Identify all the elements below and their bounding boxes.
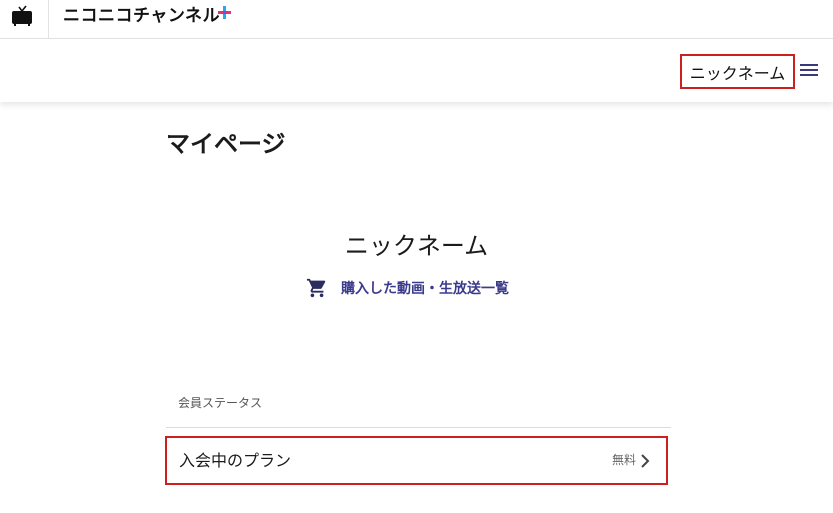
plus-icon bbox=[218, 6, 231, 19]
page: ニコニコチャンネル ニックネーム マイページ ニックネーム 購入した動画・生放送… bbox=[0, 0, 833, 513]
plan-label: 入会中のプラン bbox=[179, 451, 292, 470]
profile-name: ニックネーム bbox=[344, 232, 489, 260]
cart-icon bbox=[306, 278, 326, 298]
chevron-right-icon bbox=[641, 454, 650, 468]
brand-logo-text[interactable]: ニコニコチャンネル bbox=[63, 3, 220, 29]
plan-value: 無料 bbox=[611, 453, 636, 467]
purchase-history-link[interactable]: 購入した動画・生放送一覧 bbox=[306, 276, 509, 300]
tv-icon[interactable] bbox=[11, 5, 33, 27]
nickname-label: ニックネーム bbox=[689, 63, 786, 83]
current-plan-row[interactable]: 入会中のプラン 無料 bbox=[165, 436, 668, 485]
membership-section-label: 会員ステータス bbox=[178, 396, 263, 410]
purchase-history-label: 購入した動画・生放送一覧 bbox=[341, 281, 509, 297]
section-divider bbox=[166, 427, 671, 428]
nickname-button[interactable]: ニックネーム bbox=[680, 54, 795, 89]
header: ニックネーム bbox=[0, 39, 833, 102]
hamburger-menu-icon[interactable] bbox=[800, 64, 818, 78]
top-brand-bar: ニコニコチャンネル bbox=[0, 0, 833, 39]
topbar-divider bbox=[48, 0, 49, 38]
page-title: マイページ bbox=[166, 130, 286, 158]
